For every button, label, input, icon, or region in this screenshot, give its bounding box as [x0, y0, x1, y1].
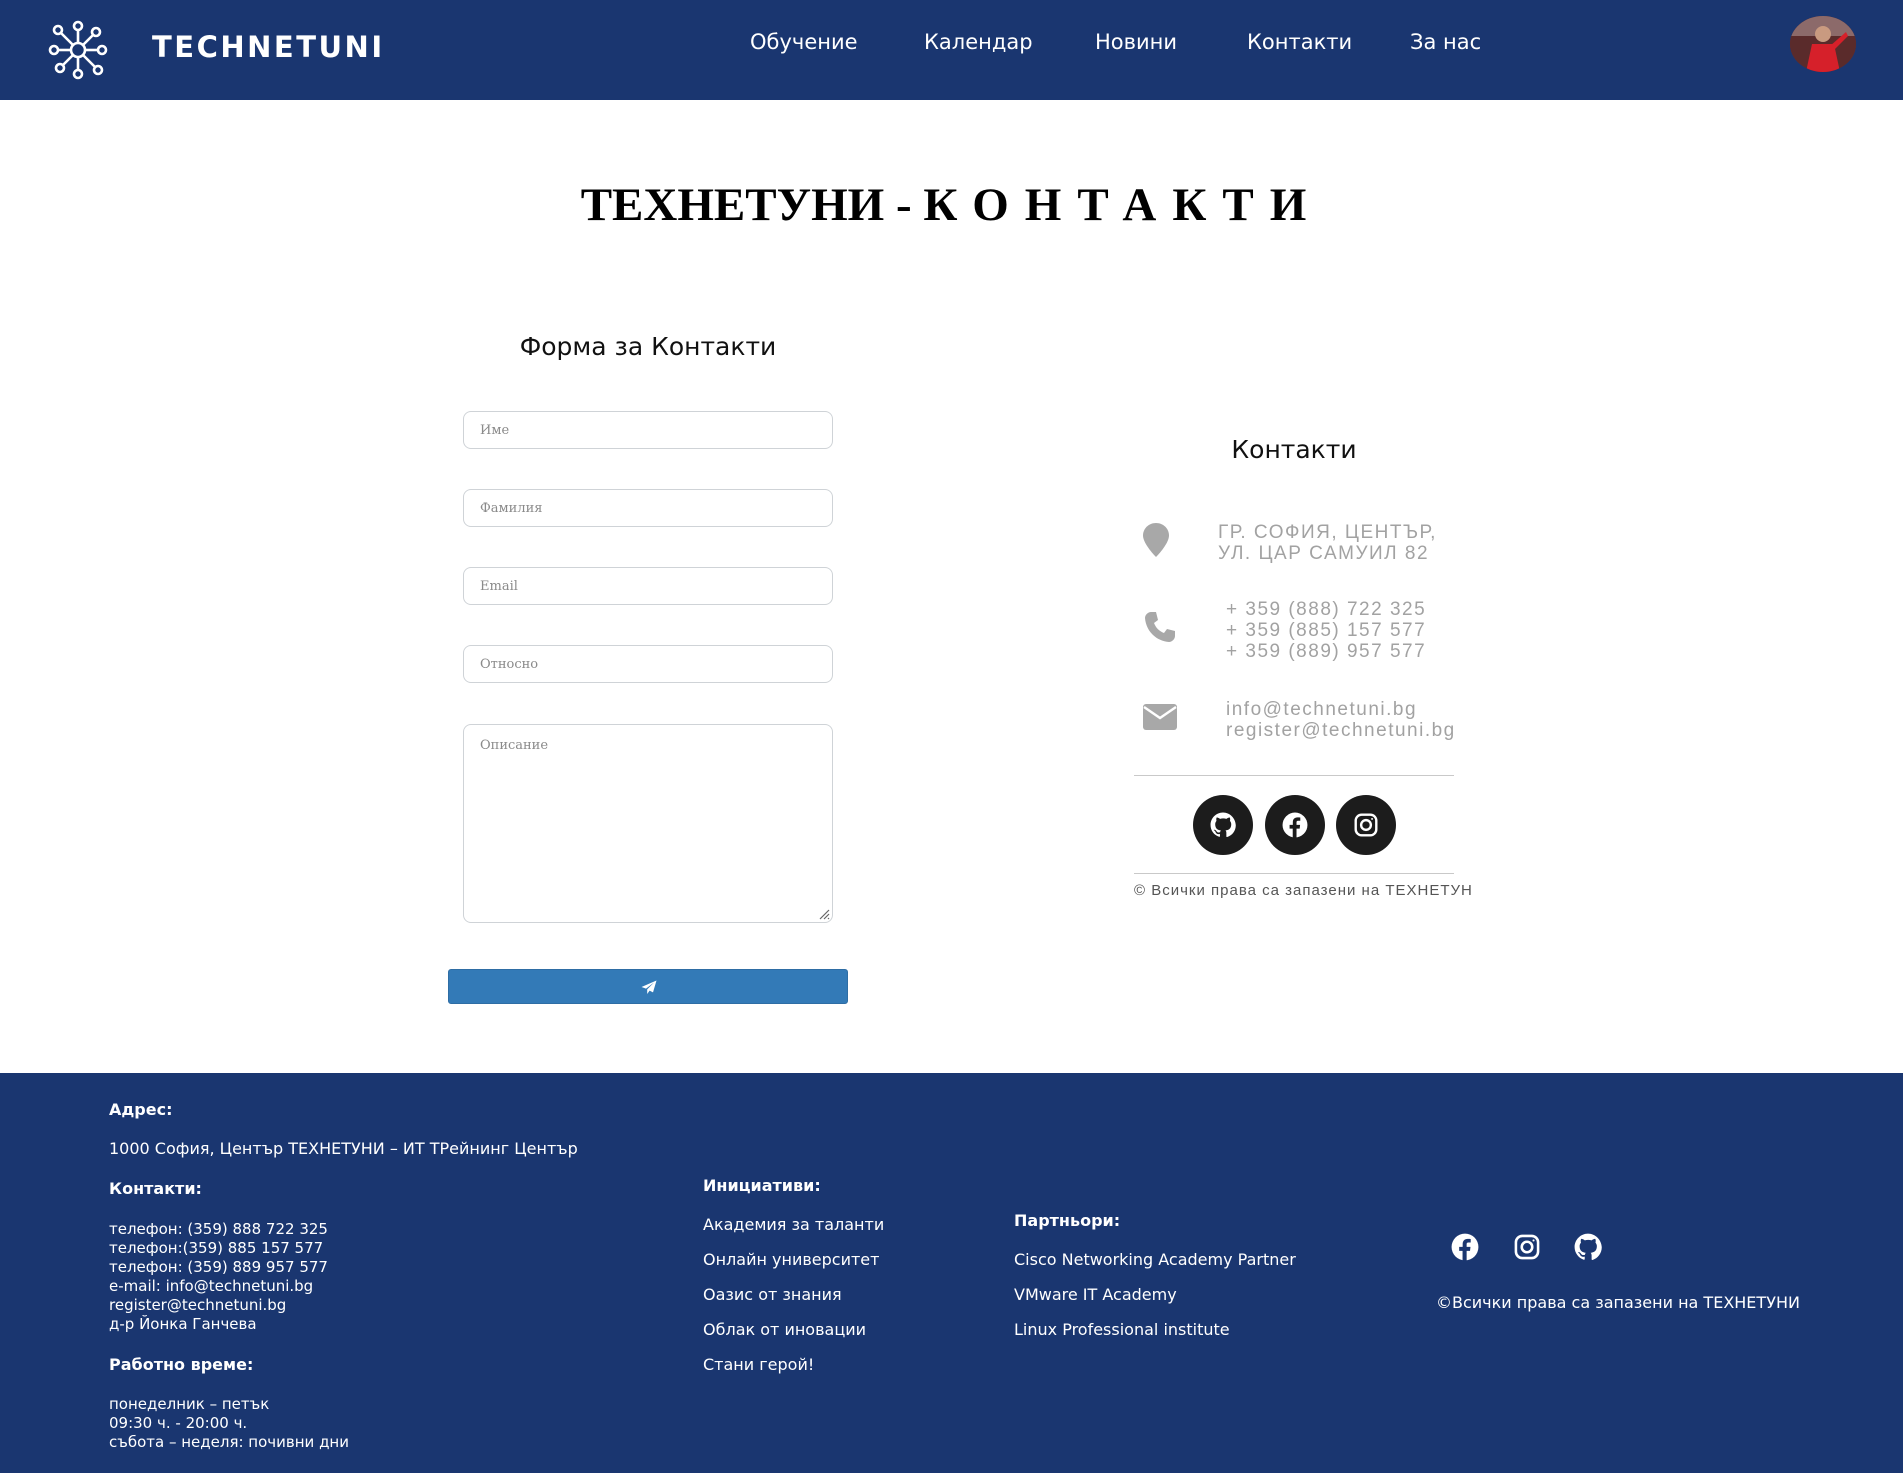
footer-hours-weekend: събота – неделя: почивни дни: [109, 1433, 349, 1451]
last-name-input[interactable]: Фамилия: [463, 489, 833, 527]
subject-placeholder: Относно: [480, 657, 539, 672]
footer-facebook-icon[interactable]: [1451, 1233, 1479, 1261]
nav-item-contacts[interactable]: Контакти: [1247, 30, 1352, 54]
footer-instagram-icon[interactable]: [1513, 1233, 1541, 1261]
nav-item-calendar[interactable]: Календар: [924, 30, 1033, 54]
email-input[interactable]: Email: [463, 567, 833, 605]
footer-address-heading: Адрес:: [109, 1100, 173, 1119]
first-name-placeholder: Име: [480, 423, 510, 438]
footer-rights: ©Всички права са запазени на ТЕХНЕТУНИ: [1436, 1293, 1800, 1312]
footer-partner-vmware[interactable]: VMware IT Academy: [1014, 1285, 1177, 1304]
footer-github-icon[interactable]: [1574, 1233, 1602, 1261]
contacts-rights: © Всички права са запазени на ТЕХНЕТУН: [1134, 882, 1473, 899]
first-name-input[interactable]: Име: [463, 411, 833, 449]
footer-partners-heading: Партньори:: [1014, 1211, 1121, 1230]
footer-contact-lines: телефон: (359) 888 722 325 телефон:(359)…: [109, 1220, 328, 1334]
envelope-icon: [1143, 704, 1177, 730]
facebook-icon: [1282, 812, 1308, 838]
footer-email-1[interactable]: e-mail: info@technetuni.bg: [109, 1277, 328, 1296]
footer-email-2[interactable]: register@technetuni.bg: [109, 1296, 328, 1315]
facebook-social-button[interactable]: [1265, 795, 1325, 855]
email-line2[interactable]: register@technetuni.bg: [1226, 720, 1456, 741]
contacts-title: Контакти: [1231, 435, 1357, 464]
description-textarea[interactable]: Описание: [463, 724, 833, 923]
email-placeholder: Email: [480, 579, 518, 594]
nav-item-about[interactable]: За нас: [1410, 30, 1481, 54]
map-marker-icon: [1143, 523, 1169, 557]
page-title-spaced: КОНТАКТИ: [923, 179, 1323, 231]
github-icon: [1210, 812, 1236, 838]
footer-initiative-online-university[interactable]: Онлайн университет: [703, 1250, 879, 1269]
site-footer: Адрес: 1000 София, Център ТЕХНЕТУНИ – ИТ…: [0, 1073, 1903, 1473]
phone-line3[interactable]: + 359 (889) 957 577: [1226, 641, 1426, 662]
nav-item-news[interactable]: Новини: [1095, 30, 1177, 54]
description-placeholder: Описание: [480, 738, 549, 753]
resize-grip-icon[interactable]: [818, 908, 830, 920]
send-button[interactable]: [448, 969, 848, 1004]
github-social-button[interactable]: [1193, 795, 1253, 855]
phones-block: + 359 (888) 722 325 + 359 (885) 157 577 …: [1226, 599, 1426, 662]
main-nav: Обучение Календар Новини Контакти За нас: [0, 30, 1903, 60]
footer-hours-time: 09:30 ч. - 20:00 ч.: [109, 1414, 248, 1432]
footer-address-text: 1000 София, Център ТЕХНЕТУНИ – ИТ ТРейни…: [109, 1139, 578, 1158]
subject-input[interactable]: Относно: [463, 645, 833, 683]
footer-initiative-become-hero[interactable]: Стани герой!: [703, 1355, 814, 1374]
nav-item-training[interactable]: Обучение: [750, 30, 858, 54]
last-name-placeholder: Фамилия: [480, 501, 543, 516]
address-block: ГР. СОФИЯ, ЦЕНТЪР, УЛ. ЦАР САМУИЛ 82: [1218, 522, 1437, 564]
footer-initiative-innovation-cloud[interactable]: Облак от иновации: [703, 1320, 866, 1339]
footer-initiative-knowledge-oasis[interactable]: Оазис от знания: [703, 1285, 842, 1304]
footer-partner-cisco[interactable]: Cisco Networking Academy Partner: [1014, 1250, 1296, 1269]
site-header: TECHNETUNI Обучение Календар Новини Конт…: [0, 0, 1903, 100]
footer-hours-heading: Работно време:: [109, 1355, 254, 1374]
footer-contact-person: д-р Йонка Ганчева: [109, 1315, 257, 1333]
footer-partner-lpi[interactable]: Linux Professional institute: [1014, 1320, 1230, 1339]
emails-block: info@technetuni.bg register@technetuni.b…: [1226, 699, 1456, 741]
footer-phone-2[interactable]: телефон:(359) 885 157 577: [109, 1239, 328, 1258]
address-line2: УЛ. ЦАР САМУИЛ 82: [1218, 543, 1430, 564]
user-avatar[interactable]: [1790, 16, 1856, 72]
footer-hours-lines: понеделник – петък 09:30 ч. - 20:00 ч. с…: [109, 1395, 349, 1452]
email-line1[interactable]: info@technetuni.bg: [1226, 699, 1456, 720]
footer-hours-weekdays: понеделник – петък: [109, 1395, 270, 1413]
address-line1: ГР. СОФИЯ, ЦЕНТЪР,: [1218, 522, 1437, 543]
footer-phone-1[interactable]: телефон: (359) 888 722 325: [109, 1220, 328, 1239]
contact-form-title: Форма за Контакти: [519, 332, 777, 361]
footer-initiatives-heading: Инициативи:: [703, 1176, 821, 1195]
phone-line1[interactable]: + 359 (888) 722 325: [1226, 599, 1426, 620]
footer-contacts-heading: Контакти:: [109, 1179, 202, 1198]
footer-phone-3[interactable]: телефон: (359) 889 957 577: [109, 1258, 328, 1277]
page-title-main: ТЕХНЕТУНИ -: [580, 179, 912, 231]
instagram-icon: [1354, 813, 1378, 837]
contacts-divider-bottom: [1134, 873, 1454, 874]
footer-initiative-talent-academy[interactable]: Академия за таланти: [703, 1215, 884, 1234]
contacts-divider-top: [1134, 775, 1454, 776]
instagram-social-button[interactable]: [1336, 795, 1396, 855]
paper-plane-icon: [641, 980, 657, 994]
phone-line2[interactable]: + 359 (885) 157 577: [1226, 620, 1426, 641]
phone-icon: [1145, 612, 1175, 642]
page-title: ТЕХНЕТУНИ - КОНТАКТИ: [0, 178, 1903, 232]
